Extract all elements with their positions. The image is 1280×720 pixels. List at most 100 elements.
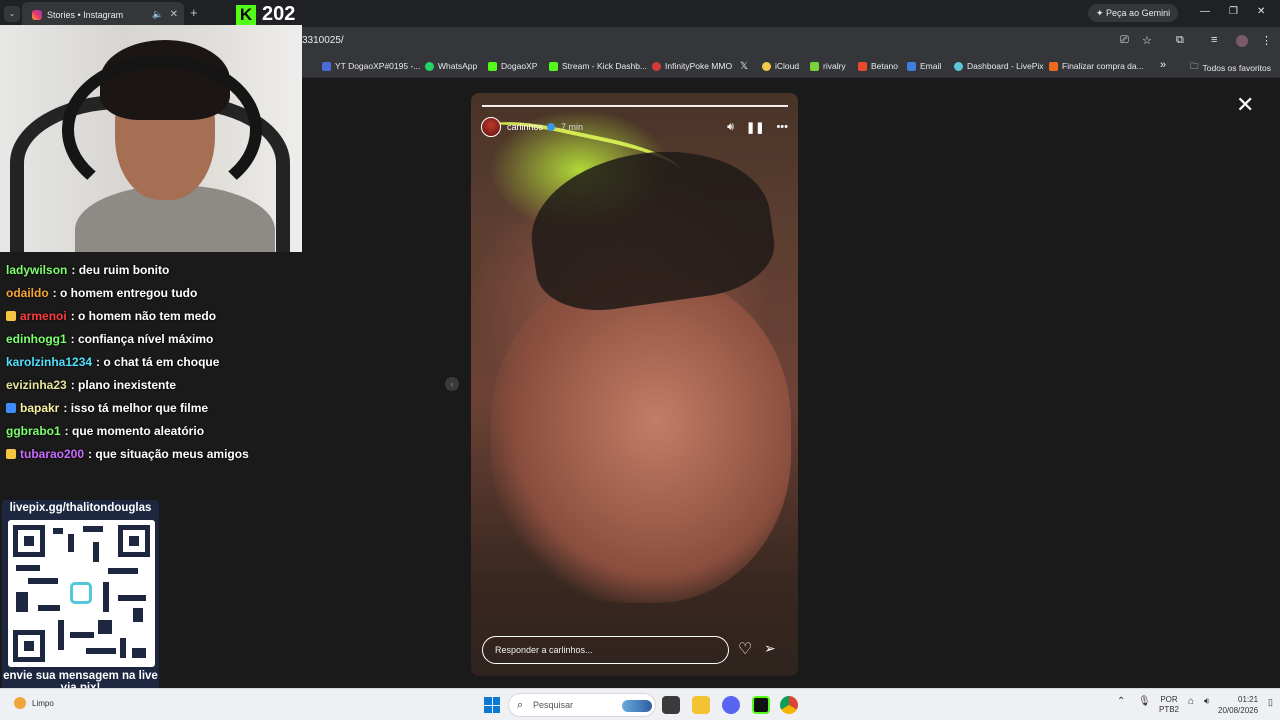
- close-tab-icon[interactable]: ✕: [170, 9, 178, 20]
- volume-tray-icon[interactable]: 🔉︎: [1204, 696, 1210, 707]
- chat-text: : plano inexistente: [70, 378, 177, 393]
- qr-module: [70, 632, 94, 638]
- previous-story-icon[interactable]: ‹: [445, 377, 459, 391]
- chat-message: tubarao200: que situação meus amigos: [6, 443, 306, 466]
- weather-text: Limpo: [32, 698, 54, 708]
- speaker-icon[interactable]: 🔈: [152, 9, 163, 20]
- tab-strip: ⌄ Stories • Instagram 🔈 ✕ + ✦ Peça ao Ge…: [0, 0, 1280, 27]
- task-view-icon[interactable]: [662, 696, 680, 714]
- restore-icon[interactable]: ❐: [1229, 6, 1238, 17]
- clock-time: 01:21: [1238, 695, 1259, 704]
- language-indicator[interactable]: POR PTB2: [1159, 695, 1179, 715]
- chat-message: odaildo: o homem entregou tudo: [6, 281, 306, 304]
- bookmark-0-icon: [322, 61, 331, 71]
- windows-taskbar: Limpo ⌕ Pesquisar ⌃ 🎙︎ POR PTB2 ⌂ 🔉︎ 01:…: [0, 688, 1280, 720]
- gemini-button[interactable]: ✦ Peça ao Gemini: [1088, 4, 1179, 22]
- more-menu-icon[interactable]: ⋮: [1261, 34, 1272, 47]
- x-icon: 𝕏: [740, 61, 749, 72]
- chrome-icon[interactable]: [780, 696, 798, 714]
- qr-module: [93, 542, 99, 562]
- bookmark-email[interactable]: Email: [907, 61, 941, 71]
- bookmark-finalizar-compra[interactable]: Finalizar compra da...: [1049, 61, 1144, 71]
- livepix-qr-panel: livepix.gg/thalitondouglas envie sua men…: [2, 500, 159, 700]
- reply-input[interactable]: Responder a carlinhos...: [482, 636, 729, 664]
- chat-badge-icon: [6, 449, 16, 460]
- heart-icon[interactable]: ♡: [738, 639, 752, 659]
- qr-module: [108, 568, 138, 574]
- bookmark-betano[interactable]: Betano: [858, 61, 898, 71]
- volume-icon[interactable]: 🔊︎: [727, 121, 734, 134]
- screen: { "browser": { "tab_title": "Stories • I…: [0, 0, 1280, 720]
- kick-app-icon[interactable]: [752, 696, 770, 714]
- bookmark-x[interactable]: 𝕏: [740, 61, 748, 72]
- network-icon[interactable]: ⌂: [1188, 696, 1194, 707]
- microphone-icon[interactable]: 🎙︎: [1138, 696, 1151, 707]
- windows-start-icon[interactable]: [484, 697, 500, 713]
- pokeball-icon: [652, 61, 661, 71]
- qr-module: [132, 648, 146, 658]
- chat-text: : o homem não tem medo: [70, 308, 217, 323]
- chat-text: : confiança nível máximo: [70, 331, 214, 346]
- story-face: [491, 273, 791, 603]
- bookmark-star-icon[interactable]: ☆: [1142, 34, 1152, 47]
- chat-message: ladywilson: deu ruim bonito: [6, 258, 306, 281]
- bookmark-kick-dashboard[interactable]: Stream - Kick Dashb...: [549, 61, 647, 71]
- gemini-label: Peça ao Gemini: [1106, 8, 1171, 18]
- profile-avatar[interactable]: [1236, 35, 1248, 47]
- new-tab-button[interactable]: +: [190, 5, 198, 20]
- tab-search-button[interactable]: ⌄: [4, 6, 20, 22]
- story-controls: 🔊︎ ❚❚ •••: [727, 121, 788, 134]
- weather-sun-icon: [14, 697, 26, 709]
- tab-instagram-stories[interactable]: Stories • Instagram 🔈 ✕: [22, 2, 184, 27]
- kick-logo-icon: K: [236, 4, 256, 25]
- story-username[interactable]: carlinhos: [507, 122, 543, 132]
- send-icon[interactable]: ➢: [764, 640, 776, 657]
- story-progress-bar: [482, 105, 788, 107]
- search-highlight-icon: [622, 700, 652, 712]
- more-options-icon[interactable]: •••: [776, 121, 788, 133]
- shop-icon: [1049, 61, 1058, 71]
- qr-finder-bl: [13, 630, 45, 662]
- livepix-icon: [954, 61, 963, 71]
- headset: [62, 55, 262, 205]
- chat-badge-icon: [6, 403, 16, 414]
- whatsapp-icon: [425, 61, 434, 71]
- file-explorer-icon[interactable]: [692, 696, 710, 714]
- close-window-icon[interactable]: ✕: [1257, 6, 1265, 17]
- bookmark-dogaoxp[interactable]: DogaoXP: [488, 61, 537, 71]
- bookmark-whatsapp[interactable]: WhatsApp: [425, 61, 477, 71]
- chat-username: ladywilson: [6, 262, 68, 277]
- chat-text: : o homem entregou tudo: [52, 285, 198, 300]
- qr-module: [58, 620, 64, 650]
- taskbar-clock[interactable]: 01:21 20/08/2026: [1218, 694, 1258, 716]
- story-header: carlinhos 7 min 🔊︎ ❚❚ •••: [481, 116, 788, 138]
- chat-username: edinhogg1: [6, 331, 67, 346]
- bookmark-infinitypoke[interactable]: InfinityPoke MMO: [652, 61, 732, 71]
- qr-module: [16, 592, 28, 612]
- install-app-icon[interactable]: ⎚: [1120, 34, 1129, 47]
- webcam-feed: [0, 25, 302, 252]
- chat-username: armenoi: [20, 308, 67, 323]
- media-control-icon[interactable]: ≡: [1211, 34, 1217, 46]
- close-story-icon[interactable]: ✕: [1236, 94, 1254, 116]
- notification-icon[interactable]: ▯: [1268, 697, 1273, 708]
- qr-code: [8, 520, 155, 667]
- bookmark-livepix[interactable]: Dashboard - LivePix: [954, 61, 1044, 71]
- weather-widget[interactable]: Limpo: [14, 697, 54, 709]
- discord-icon[interactable]: [722, 696, 740, 714]
- story-time: 7 min: [561, 122, 584, 132]
- pause-icon[interactable]: ❚❚: [746, 121, 764, 134]
- story-avatar[interactable]: [481, 117, 501, 137]
- all-bookmarks-folder[interactable]: 🗀 Todos os favoritos: [1190, 61, 1271, 75]
- minimize-icon[interactable]: —: [1200, 6, 1210, 17]
- qr-module: [28, 578, 58, 584]
- extensions-icon[interactable]: ⧉: [1176, 34, 1184, 47]
- bookmark-icloud[interactable]: iCloud: [762, 61, 799, 71]
- story-viewer[interactable]: carlinhos 7 min 🔊︎ ❚❚ ••• Responder a ca…: [471, 93, 798, 676]
- bookmark-yt[interactable]: YT DogaoXP#0195 -...: [322, 61, 420, 71]
- tray-overflow-icon[interactable]: ⌃: [1117, 696, 1125, 707]
- bookmark-rivalry[interactable]: rivalry: [810, 61, 846, 71]
- chat-username: odaildo: [6, 285, 49, 300]
- bookmarks-overflow-icon[interactable]: »: [1160, 59, 1166, 71]
- url-text[interactable]: 3310025/: [302, 35, 344, 46]
